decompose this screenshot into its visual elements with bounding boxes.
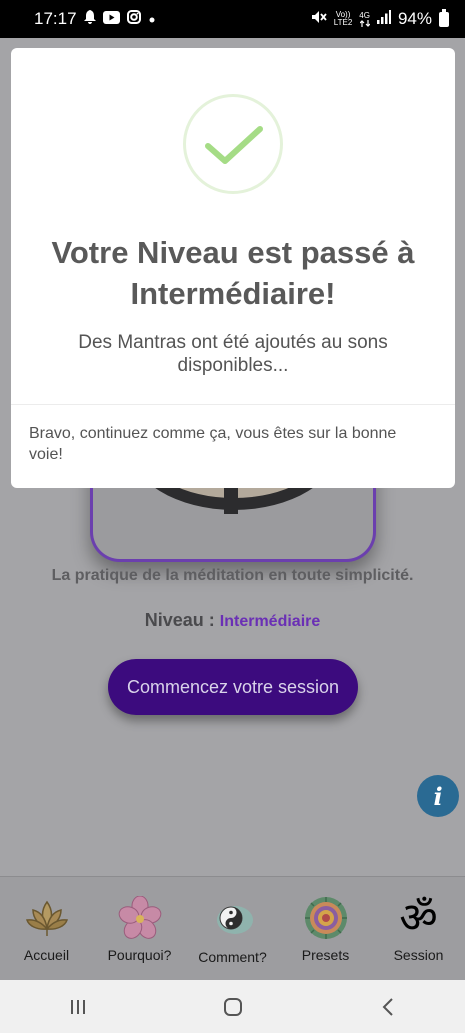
nav-item-presets[interactable]: Presets [279, 877, 372, 980]
4g-icon: 4G [359, 10, 370, 27]
nav-item-pourquoi[interactable]: Pourquoi? [93, 877, 186, 980]
flower-icon [117, 895, 163, 941]
check-icon [205, 126, 263, 164]
nav-label-presets: Presets [301, 947, 350, 963]
dot-icon [148, 9, 156, 29]
back-icon[interactable] [368, 992, 408, 1022]
dialog-divider [11, 404, 455, 405]
om-icon: ॐ [399, 893, 438, 942]
battery-level: 94% [397, 9, 432, 28]
level-label: Niveau : [144, 610, 215, 630]
image-stand [224, 488, 238, 514]
status-time: 17:17 [34, 9, 77, 28]
battery-icon [439, 8, 449, 27]
nav-label-session: Session [393, 947, 444, 963]
status-left: 17:17 [34, 9, 156, 29]
signal-icon [376, 9, 391, 29]
system-nav-bar [0, 980, 465, 1033]
bell-icon [83, 9, 96, 29]
status-bar: 17:17 Vo)) LTE2 4G 94% [0, 0, 465, 38]
nav-label-accueil: Accueil [23, 947, 70, 963]
volte-icon: Vo)) LTE2 [334, 11, 353, 27]
instagram-icon [126, 9, 141, 29]
success-circle [183, 94, 283, 194]
mute-icon [311, 9, 327, 29]
start-session-button[interactable]: Commencez votre session [108, 659, 358, 715]
level-up-dialog: Votre Niveau est passé à Intermédiaire! … [11, 48, 455, 488]
home-icon[interactable] [213, 992, 253, 1022]
recents-icon[interactable] [58, 992, 98, 1022]
level-row: Niveau : Intermédiaire [0, 610, 465, 631]
dialog-footer: Bravo, continuez comme ça, vous êtes sur… [29, 425, 397, 463]
net-type: 4G [359, 10, 370, 20]
tagline: La pratique de la méditation en toute si… [51, 567, 414, 584]
yin-yang-icon [210, 895, 256, 941]
bottom-nav: Accueil Pourquoi? Comment? Presets ॐ Ses… [0, 876, 465, 980]
nav-item-comment[interactable]: Comment? [186, 877, 279, 980]
status-right: Vo)) LTE2 4G 94% [311, 8, 449, 29]
level-value: Intermédiaire [219, 613, 321, 630]
info-icon[interactable]: i [417, 775, 459, 817]
nav-label-pourquoi: Pourquoi? [107, 947, 172, 963]
dialog-text: Des Mantras ont été ajoutés au sons disp… [78, 332, 388, 376]
nav-item-accueil[interactable]: Accueil [0, 877, 93, 980]
mandala-icon [303, 895, 349, 941]
lotus-icon [24, 895, 70, 941]
dialog-title: Votre Niveau est passé à Intermédiaire! [51, 235, 415, 311]
net-label-bottom: LTE2 [333, 18, 353, 27]
youtube-icon [102, 9, 120, 29]
nav-label-comment: Comment? [198, 949, 267, 965]
nav-item-session[interactable]: ॐ Session [372, 877, 465, 980]
